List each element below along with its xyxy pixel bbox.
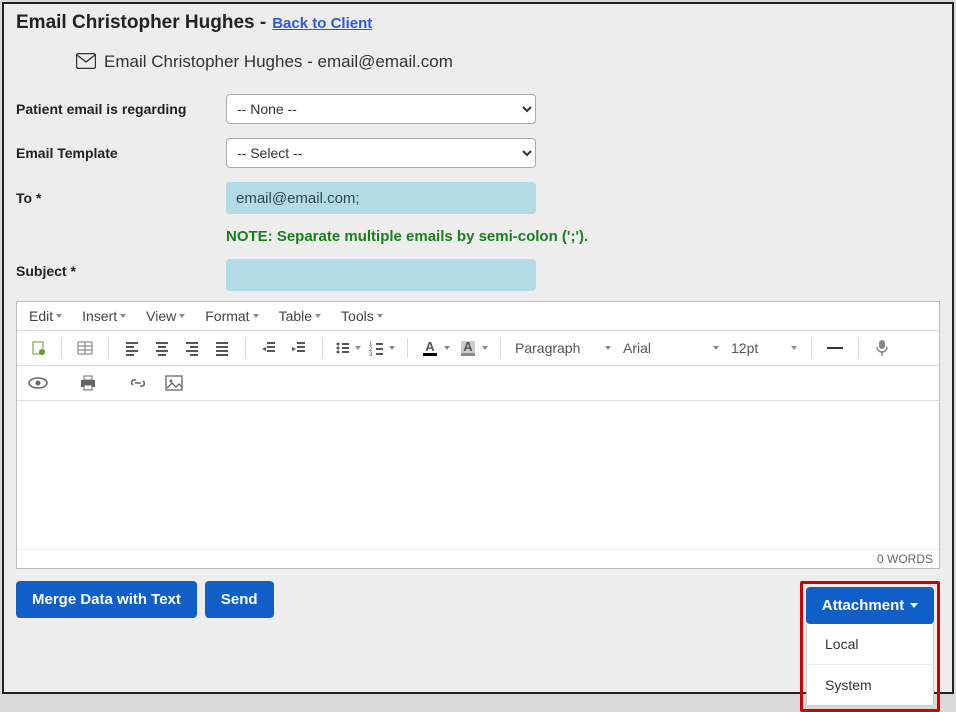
highlight-color-button[interactable]: A [458, 341, 488, 356]
to-field[interactable] [226, 182, 536, 214]
chevron-down-icon [377, 314, 383, 318]
new-document-icon[interactable] [27, 337, 49, 359]
chevron-down-icon [253, 314, 259, 318]
chevron-down-icon [315, 314, 321, 318]
back-to-client-link[interactable]: Back to Client [272, 15, 372, 32]
patient-label: Patient email is regarding [16, 101, 226, 117]
outdent-icon[interactable] [258, 337, 280, 359]
menu-table[interactable]: Table [279, 308, 321, 324]
image-icon[interactable] [163, 372, 185, 394]
menu-format[interactable]: Format [205, 308, 258, 324]
microphone-icon[interactable] [871, 337, 893, 359]
chevron-down-icon [389, 346, 395, 350]
preview-icon[interactable] [27, 372, 49, 394]
editor-toolbar-2 [17, 366, 939, 401]
chevron-down-icon [179, 314, 185, 318]
link-icon[interactable] [127, 372, 149, 394]
chevron-down-icon [791, 346, 797, 350]
template-label: Email Template [16, 145, 226, 161]
mail-icon [76, 53, 96, 72]
editor-toolbar: 123 A A Paragraph Arial 12pt [17, 331, 939, 366]
editor-menubar: Edit Insert View Format Table Tools [17, 302, 939, 331]
attachment-menu: Local System [806, 624, 934, 706]
to-label: To * [16, 190, 226, 206]
word-count: 0 WORDS [17, 549, 939, 568]
send-button[interactable]: Send [205, 581, 274, 618]
align-justify-icon[interactable] [211, 337, 233, 359]
print-icon[interactable] [77, 372, 99, 394]
svg-text:3: 3 [369, 352, 373, 356]
page-header: Email Christopher Hughes - Back to Clien… [16, 12, 940, 34]
align-center-icon[interactable] [151, 337, 173, 359]
note-text: NOTE: Separate multiple emails by semi-c… [226, 228, 940, 245]
attachment-group-highlighted: Attachment Local System [800, 581, 940, 712]
bullet-list-button[interactable] [335, 340, 361, 356]
subject-label: Subject * [16, 259, 226, 279]
numbered-list-button[interactable]: 123 [369, 340, 395, 356]
subject-field[interactable] [226, 259, 536, 291]
horizontal-rule-icon[interactable] [824, 337, 846, 359]
chevron-down-icon [910, 603, 918, 608]
email-compose-window: Email Christopher Hughes - Back to Clien… [2, 2, 954, 694]
table-icon[interactable] [74, 337, 96, 359]
align-right-icon[interactable] [181, 337, 203, 359]
merge-button[interactable]: Merge Data with Text [16, 581, 197, 618]
attach-option-local[interactable]: Local [807, 624, 933, 665]
font-dropdown[interactable]: Arial [621, 340, 721, 356]
chevron-down-icon [713, 346, 719, 350]
fontsize-dropdown[interactable]: 12pt [729, 340, 799, 356]
indent-icon[interactable] [288, 337, 310, 359]
align-left-icon[interactable] [121, 337, 143, 359]
menu-tools[interactable]: Tools [341, 308, 383, 324]
attach-option-system[interactable]: System [807, 665, 933, 705]
font-color-button[interactable]: A [420, 341, 450, 356]
page-title: Email Christopher Hughes - [16, 12, 266, 34]
chevron-down-icon [605, 346, 611, 350]
chevron-down-icon [482, 346, 488, 350]
chevron-down-icon [120, 314, 126, 318]
attachment-button[interactable]: Attachment [806, 587, 934, 624]
chevron-down-icon [355, 346, 361, 350]
email-target-text: Email Christopher Hughes - email@email.c… [104, 52, 453, 72]
menu-view[interactable]: View [146, 308, 185, 324]
patient-select[interactable]: -- None -- [226, 94, 536, 124]
menu-edit[interactable]: Edit [29, 308, 62, 324]
paragraph-dropdown[interactable]: Paragraph [513, 340, 613, 356]
template-select[interactable]: -- Select -- [226, 138, 536, 168]
editor-body[interactable] [17, 401, 939, 549]
chevron-down-icon [56, 314, 62, 318]
rich-text-editor: Edit Insert View Format Table Tools [16, 301, 940, 569]
chevron-down-icon [444, 346, 450, 350]
menu-insert[interactable]: Insert [82, 308, 126, 324]
email-target-header: Email Christopher Hughes - email@email.c… [76, 52, 940, 72]
